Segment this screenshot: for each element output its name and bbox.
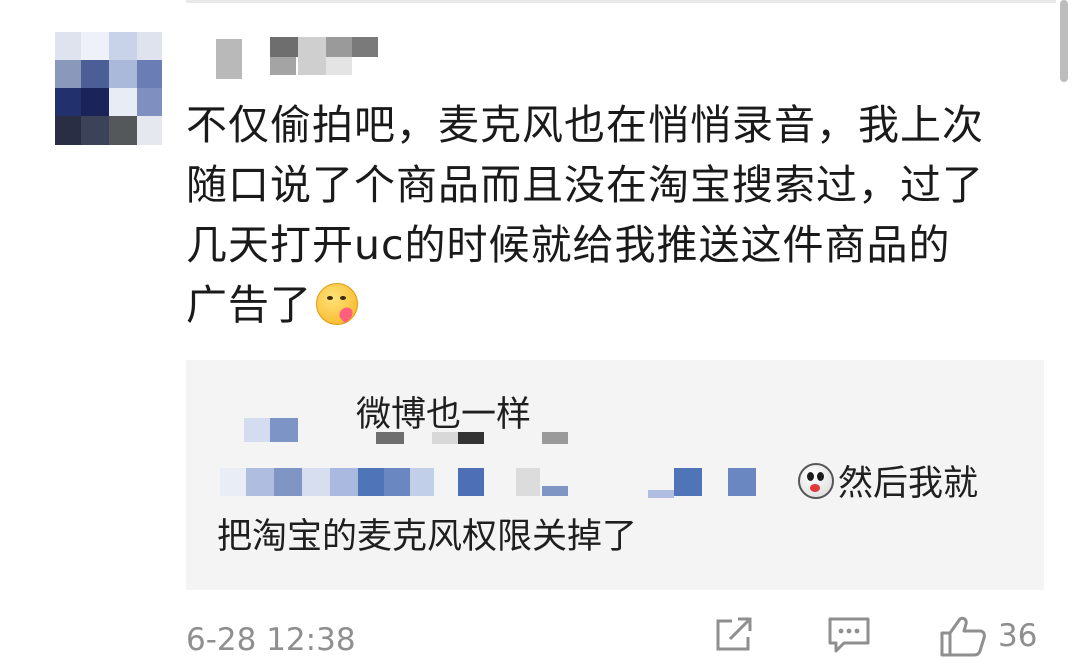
comment-line: 几天打开uc的时候就给我推送这件商品的 (186, 221, 951, 269)
timestamp: 6-28 12:38 (186, 622, 356, 658)
share-icon (716, 617, 752, 651)
top-divider (186, 0, 1056, 3)
comment-line: 随口说了个商品而且没在淘宝搜索过，过了 (186, 161, 984, 209)
reply-line: 然后我就 (798, 462, 978, 506)
comment-line: 不仅偷拍吧，麦克风也在悄悄录音，我上次 (186, 101, 984, 149)
username[interactable] (216, 35, 381, 81)
shocked-face-icon (798, 463, 834, 499)
comment-line-text: 广告了 (186, 281, 312, 329)
reply-line-text: 然后我就 (838, 464, 979, 504)
comment-icon (828, 617, 870, 653)
avatar[interactable] (55, 32, 162, 145)
comment-button[interactable] (826, 615, 872, 655)
share-button[interactable] (712, 615, 756, 655)
reply-box[interactable]: 微博也一样 然后我就 把淘宝的麦克风权限关掉了 (186, 360, 1044, 590)
smiling-face-with-heart-icon (316, 283, 358, 325)
comment-line: 广告了 (186, 275, 1046, 335)
like-button[interactable]: 36 (938, 615, 1037, 657)
like-count: 36 (998, 618, 1038, 654)
scrollbar[interactable] (1060, 0, 1068, 82)
reply-line: 把淘宝的麦克风权限关掉了 (217, 517, 638, 557)
reply-title: 微博也一样 (356, 395, 532, 435)
comment-text: 不仅偷拍吧，麦克风也在悄悄录音，我上次 随口说了个商品而且没在淘宝搜索过，过了 … (186, 95, 1046, 335)
like-icon (940, 616, 986, 657)
